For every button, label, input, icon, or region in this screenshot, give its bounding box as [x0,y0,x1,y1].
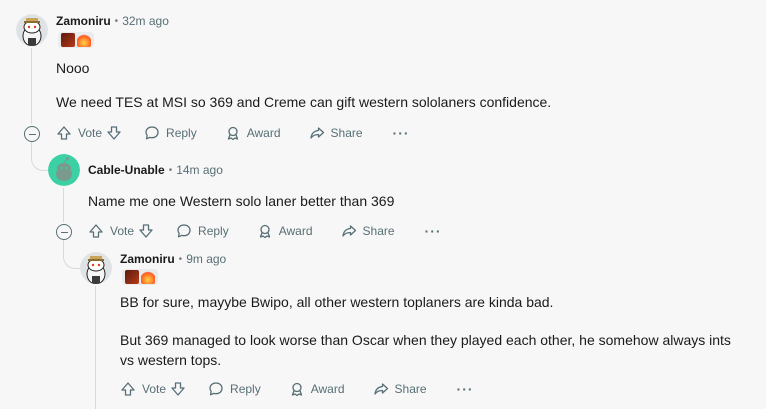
vote-label: Vote [78,126,103,140]
author-name[interactable]: Zamoniru [120,252,175,266]
downvote-arrow-icon [171,382,185,396]
reply-label: Reply [230,382,261,396]
thread-line[interactable] [31,48,32,124]
share-arrow-icon [373,383,388,395]
award-icon [227,126,238,141]
comment-thread: Zamoniru • 32m ago Nooo We need TES at M… [0,0,766,409]
fire-icon [141,270,155,284]
award-label: Award [246,126,281,140]
downvote-button[interactable] [170,381,186,397]
reply-button[interactable]: Reply [144,125,197,141]
collapse-button[interactable] [56,224,72,240]
timestamp[interactable]: 9m ago [186,252,226,266]
share-label: Share [330,126,363,140]
comment-meta: Cable-Unable • 14m ago [88,163,223,177]
share-label: Share [394,382,427,396]
thread-connector [31,140,48,171]
avatar[interactable] [48,154,80,186]
reply-label: Reply [198,224,229,238]
downvote-button[interactable] [106,125,122,141]
user-flair [122,269,158,285]
award-button[interactable]: Award [225,125,281,141]
comment-text: We need TES at MSI so 369 and Creme can … [56,94,552,110]
comment-text: Name me one Western solo laner better th… [88,193,395,209]
upvote-button[interactable]: Vote [120,381,166,397]
award-label: Award [310,382,345,396]
more-options-button[interactable]: ··· [393,125,410,141]
separator-dot: • [178,253,183,265]
thread-connector [63,238,80,269]
comment-meta: Zamoniru • 32m ago [56,14,169,28]
action-bar: Vote Reply Award Share ··· [120,377,474,401]
collapse-button[interactable] [24,126,40,142]
downvote-arrow-icon [107,126,121,140]
timestamp[interactable]: 32m ago [122,14,169,28]
downvote-arrow-icon [139,224,153,238]
timestamp[interactable]: 14m ago [176,163,223,177]
award-icon [259,224,270,239]
separator-dot: • [114,15,119,27]
vote-label: Vote [142,382,167,396]
action-bar: Vote Reply Award Share ··· [88,219,442,243]
comment-bubble-icon [145,126,159,140]
comment-text: vs western tops. [120,352,222,368]
award-button[interactable]: Award [289,381,345,397]
upvote-arrow-icon [89,224,103,238]
reply-label: Reply [166,126,197,140]
share-button[interactable]: Share [373,381,427,397]
comment-meta: Zamoniru • 9m ago [120,252,226,266]
thread-line[interactable] [95,286,96,409]
upvote-button[interactable]: Vote [88,223,134,239]
separator-dot: • [168,164,173,176]
comment-text: BB for sure, mayybe Bwipo, all other wes… [120,294,554,310]
award-button[interactable]: Award [257,223,313,239]
upvote-button[interactable]: Vote [56,125,102,141]
upvote-arrow-icon [57,126,71,140]
share-arrow-icon [309,127,324,139]
author-name[interactable]: Cable-Unable [88,163,165,177]
comment-bubble-icon [209,382,223,396]
action-bar: Vote Reply Award Share ··· [56,121,410,145]
upvote-arrow-icon [121,382,135,396]
more-options-button[interactable]: ··· [457,381,474,397]
share-button[interactable]: Share [341,223,395,239]
reply-button[interactable]: Reply [176,223,229,239]
comment-bubble-icon [177,224,191,238]
award-icon [291,382,302,397]
share-label: Share [362,224,395,238]
user-flair [58,32,94,48]
reply-button[interactable]: Reply [208,381,261,397]
comment-text: Nooo [56,60,90,76]
more-options-button[interactable]: ··· [425,223,442,239]
fire-icon [77,33,91,47]
share-arrow-icon [341,225,356,237]
author-name[interactable]: Zamoniru [56,14,111,28]
thread-line[interactable] [63,188,64,222]
vote-label: Vote [110,224,135,238]
share-button[interactable]: Share [309,125,363,141]
avatar[interactable] [16,14,48,46]
avatar[interactable] [80,252,112,284]
comment-text: But 369 managed to look worse than Oscar… [120,332,731,348]
award-label: Award [278,224,313,238]
downvote-button[interactable] [138,223,154,239]
champion-icon [61,33,75,47]
champion-icon [125,270,139,284]
